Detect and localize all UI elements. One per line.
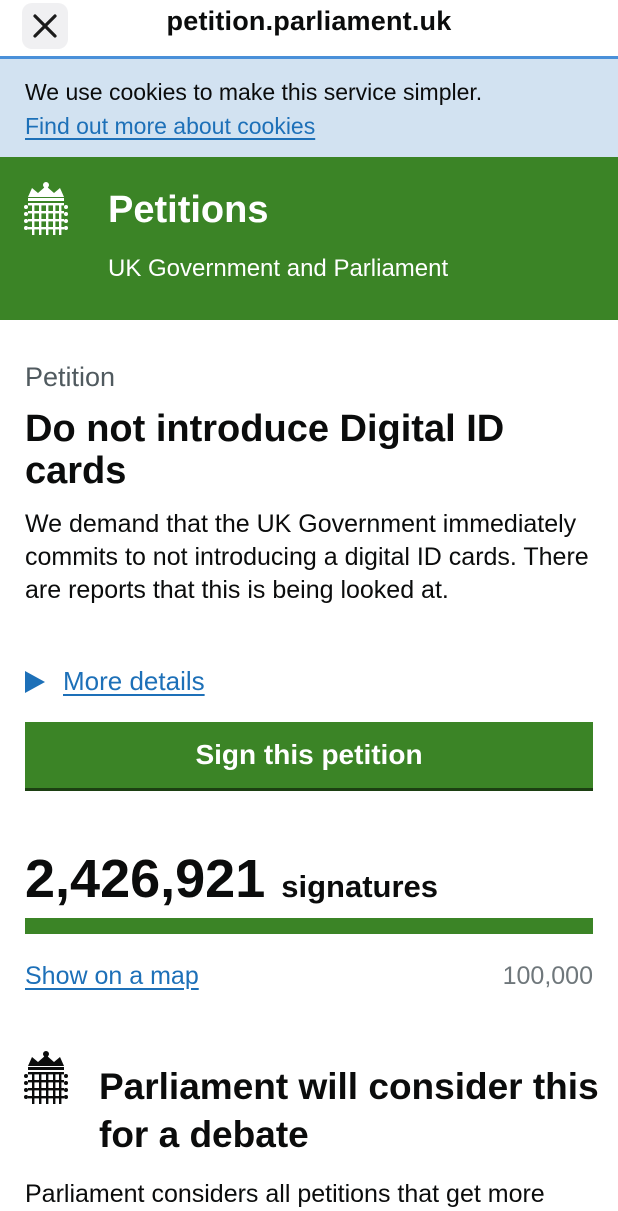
- signature-label: signatures: [281, 869, 439, 904]
- cookie-info-link[interactable]: Find out more about cookies: [25, 113, 315, 140]
- cookie-message: We use cookies to make this service simp…: [25, 79, 483, 105]
- portcullis-icon: [24, 1051, 68, 1104]
- cookie-banner: We use cookies to make this service simp…: [0, 59, 618, 157]
- petition-title: Do not introduce Digital ID cards: [25, 408, 505, 492]
- site-title[interactable]: Petitions: [108, 189, 268, 232]
- browser-url[interactable]: petition.parliament.uk: [0, 6, 618, 37]
- signature-threshold: 100,000: [502, 962, 593, 990]
- site-header: Petitions UK Government and Parliament: [0, 157, 618, 320]
- sign-petition-button[interactable]: Sign this petition: [25, 722, 593, 788]
- signature-progress-fill: [25, 918, 593, 934]
- browser-top-bar: petition.parliament.uk: [0, 0, 618, 59]
- petition-description: We demand that the UK Government immedia…: [25, 510, 589, 604]
- more-details-toggle[interactable]: More details: [25, 666, 205, 697]
- site-subtitle: UK Government and Parliament: [108, 255, 449, 282]
- show-on-map-link[interactable]: Show on a map: [25, 962, 199, 991]
- signature-progress-bar: [25, 918, 593, 934]
- debate-body-text: Parliament considers all petitions that …: [25, 1180, 545, 1208]
- petition-caption: Petition: [25, 362, 116, 392]
- portcullis-logo-icon: [24, 182, 68, 235]
- signature-count: 2,426,921: [25, 849, 266, 909]
- debate-heading: Parliament will consider this for a deba…: [99, 1066, 599, 1155]
- disclosure-triangle-icon: [25, 670, 45, 693]
- signature-count-row: 2,426,921 signatures: [25, 848, 438, 910]
- more-details-label: More details: [63, 666, 205, 696]
